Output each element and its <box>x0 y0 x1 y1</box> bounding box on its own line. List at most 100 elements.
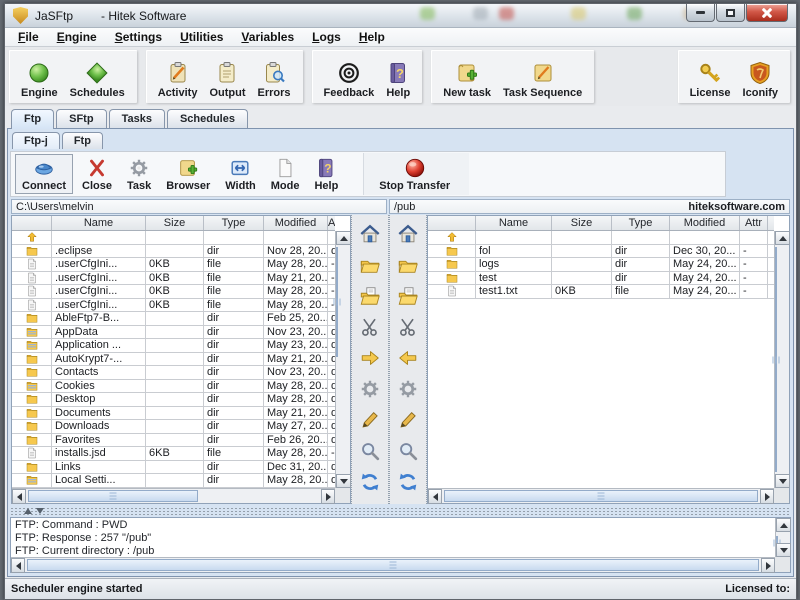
scroll-left-button[interactable] <box>12 489 26 504</box>
minimize-button[interactable] <box>686 4 715 22</box>
file-row[interactable]: FavoritesdirFeb 26, 20...d <box>12 434 335 448</box>
file-row[interactable]: logsdirMay 24, 20...- <box>428 258 774 272</box>
scrollbar-thumb[interactable] <box>775 247 777 472</box>
file-row[interactable]: AbleFtp7-B...dirFeb 25, 20...d <box>12 312 335 326</box>
log-horizontal-scrollbar[interactable] <box>11 557 775 572</box>
menu-item-utilities[interactable]: Utilities <box>171 29 232 45</box>
column-header-name[interactable]: Name <box>476 216 552 230</box>
menu-item-settings[interactable]: Settings <box>106 29 171 45</box>
file-row[interactable]: DesktopdirMay 28, 20...d <box>12 393 335 407</box>
scroll-right-button[interactable] <box>760 489 774 504</box>
toolbar-button-iconify[interactable]: Iconify <box>737 52 784 101</box>
toolbar-button-help[interactable]: ?Help <box>380 52 416 101</box>
ftp-button-stop-transfer[interactable]: Stop Transfer <box>373 155 456 193</box>
file-row[interactable]: testdirMay 24, 20...- <box>428 272 774 286</box>
scrollbar-thumb[interactable] <box>28 490 198 502</box>
file-row[interactable]: installs.jsd6KBfileMay 28, 20...- <box>12 447 335 461</box>
open-folder-icon[interactable] <box>397 254 419 276</box>
file-row[interactable]: AppDatadirNov 23, 20...d <box>12 326 335 340</box>
log-vertical-scrollbar[interactable] <box>775 518 790 557</box>
ftp-button-help[interactable]: ?Help <box>308 155 344 193</box>
ftp-button-task[interactable]: Task <box>121 155 157 193</box>
scroll-up-button[interactable] <box>776 518 791 532</box>
ftp-button-mode[interactable]: Mode <box>265 155 306 193</box>
scroll-left-button[interactable] <box>428 489 442 504</box>
menu-item-logs[interactable]: Logs <box>303 29 350 45</box>
file-row[interactable]: ContactsdirNov 23, 20...d <box>12 366 335 380</box>
remote-horizontal-scrollbar[interactable] <box>428 488 774 503</box>
scrollbar-thumb[interactable] <box>444 490 758 502</box>
tab-sftp[interactable]: SFtp <box>56 109 106 128</box>
home-icon[interactable] <box>397 223 419 245</box>
file-row[interactable]: DownloadsdirMay 27, 20...d <box>12 420 335 434</box>
scroll-down-button[interactable] <box>336 474 351 488</box>
column-header-type[interactable]: Type <box>204 216 264 230</box>
home-icon[interactable] <box>359 223 381 245</box>
magnifier-icon[interactable] <box>359 440 381 462</box>
toolbar-button-feedback[interactable]: Feedback <box>318 52 381 101</box>
scroll-up-button[interactable] <box>775 231 790 245</box>
remote-vertical-scrollbar[interactable] <box>774 231 789 488</box>
column-header-type[interactable]: Type <box>612 216 670 230</box>
column-header-attr[interactable]: Attr <box>740 216 768 230</box>
subtab-ftp-j[interactable]: Ftp-j <box>12 132 60 149</box>
menu-item-engine[interactable]: Engine <box>48 29 106 45</box>
maximize-button[interactable] <box>716 4 745 22</box>
magnifier-icon[interactable] <box>397 440 419 462</box>
column-header-attr[interactable]: Attr <box>328 216 335 230</box>
transfer-right-icon[interactable] <box>359 347 381 369</box>
pencil-icon[interactable] <box>359 409 381 431</box>
column-header-name[interactable]: Name <box>52 216 146 230</box>
column-header-size[interactable]: Size <box>146 216 204 230</box>
scroll-up-button[interactable] <box>336 231 351 245</box>
column-header-modified[interactable]: Modified <box>264 216 328 230</box>
menu-item-file[interactable]: File <box>9 29 48 45</box>
parent-directory-row[interactable] <box>12 231 335 245</box>
tab-ftp[interactable]: Ftp <box>11 109 54 129</box>
file-row[interactable]: CookiesdirMay 28, 20...d <box>12 380 335 394</box>
toolbar-button-new-task[interactable]: New task <box>437 52 497 101</box>
refresh-icon[interactable] <box>397 471 419 493</box>
gear-icon[interactable] <box>359 378 381 400</box>
refresh-icon[interactable] <box>359 471 381 493</box>
scissors-icon[interactable] <box>359 316 381 338</box>
toolbar-button-output[interactable]: Output <box>203 52 251 101</box>
file-row[interactable]: test1.txt0KBfileMay 24, 20...- <box>428 285 774 299</box>
splitter-collapse-up-icon[interactable] <box>24 508 32 514</box>
file-row[interactable]: .userCfgIni...0KBfileMay 28, 20...- <box>12 285 335 299</box>
local-horizontal-scrollbar[interactable] <box>12 488 335 503</box>
subtab-ftp[interactable]: Ftp <box>62 132 103 149</box>
ftp-button-close[interactable]: Close <box>76 155 118 193</box>
folder-up-icon[interactable] <box>359 285 381 307</box>
file-row[interactable]: .userCfgIni...0KBfileMay 21, 20...- <box>12 272 335 286</box>
open-folder-icon[interactable] <box>359 254 381 276</box>
titlebar[interactable]: JaSFtp - Hitek Software <box>5 4 796 28</box>
close-button[interactable] <box>746 4 788 22</box>
menu-item-variables[interactable]: Variables <box>232 29 303 45</box>
pencil-icon[interactable] <box>397 409 419 431</box>
scrollbar-thumb[interactable] <box>336 247 338 357</box>
column-header-icon[interactable] <box>428 216 476 230</box>
scroll-down-button[interactable] <box>776 543 791 557</box>
tab-tasks[interactable]: Tasks <box>109 109 165 128</box>
ftp-button-width[interactable]: Width <box>219 155 261 193</box>
ftp-button-browser[interactable]: Browser <box>160 155 216 193</box>
file-row[interactable]: DocumentsdirMay 21, 20...d <box>12 407 335 421</box>
file-row[interactable]: .userCfgIni...0KBfileMay 28, 20...- <box>12 299 335 313</box>
scissors-icon[interactable] <box>397 316 419 338</box>
scroll-right-button[interactable] <box>321 489 335 504</box>
toolbar-button-schedules[interactable]: Schedules <box>64 52 131 101</box>
file-row[interactable]: LinksdirDec 31, 20...d <box>12 461 335 475</box>
file-row[interactable]: .eclipsedirNov 28, 20...d <box>12 245 335 259</box>
column-header-icon[interactable] <box>12 216 52 230</box>
file-row[interactable]: Local Setti...dirMay 28, 20...d <box>12 474 335 488</box>
splitter-collapse-down-icon[interactable] <box>36 508 44 514</box>
log-splitter[interactable] <box>10 507 791 515</box>
file-row[interactable]: AutoKrypt7-...dirMay 21, 20...d <box>12 353 335 367</box>
toolbar-button-activity[interactable]: Activity <box>152 52 204 101</box>
scroll-left-button[interactable] <box>11 558 25 573</box>
scrollbar-thumb[interactable] <box>27 559 759 571</box>
scroll-down-button[interactable] <box>775 474 790 488</box>
tab-schedules[interactable]: Schedules <box>167 109 248 128</box>
folder-up-icon[interactable] <box>397 285 419 307</box>
